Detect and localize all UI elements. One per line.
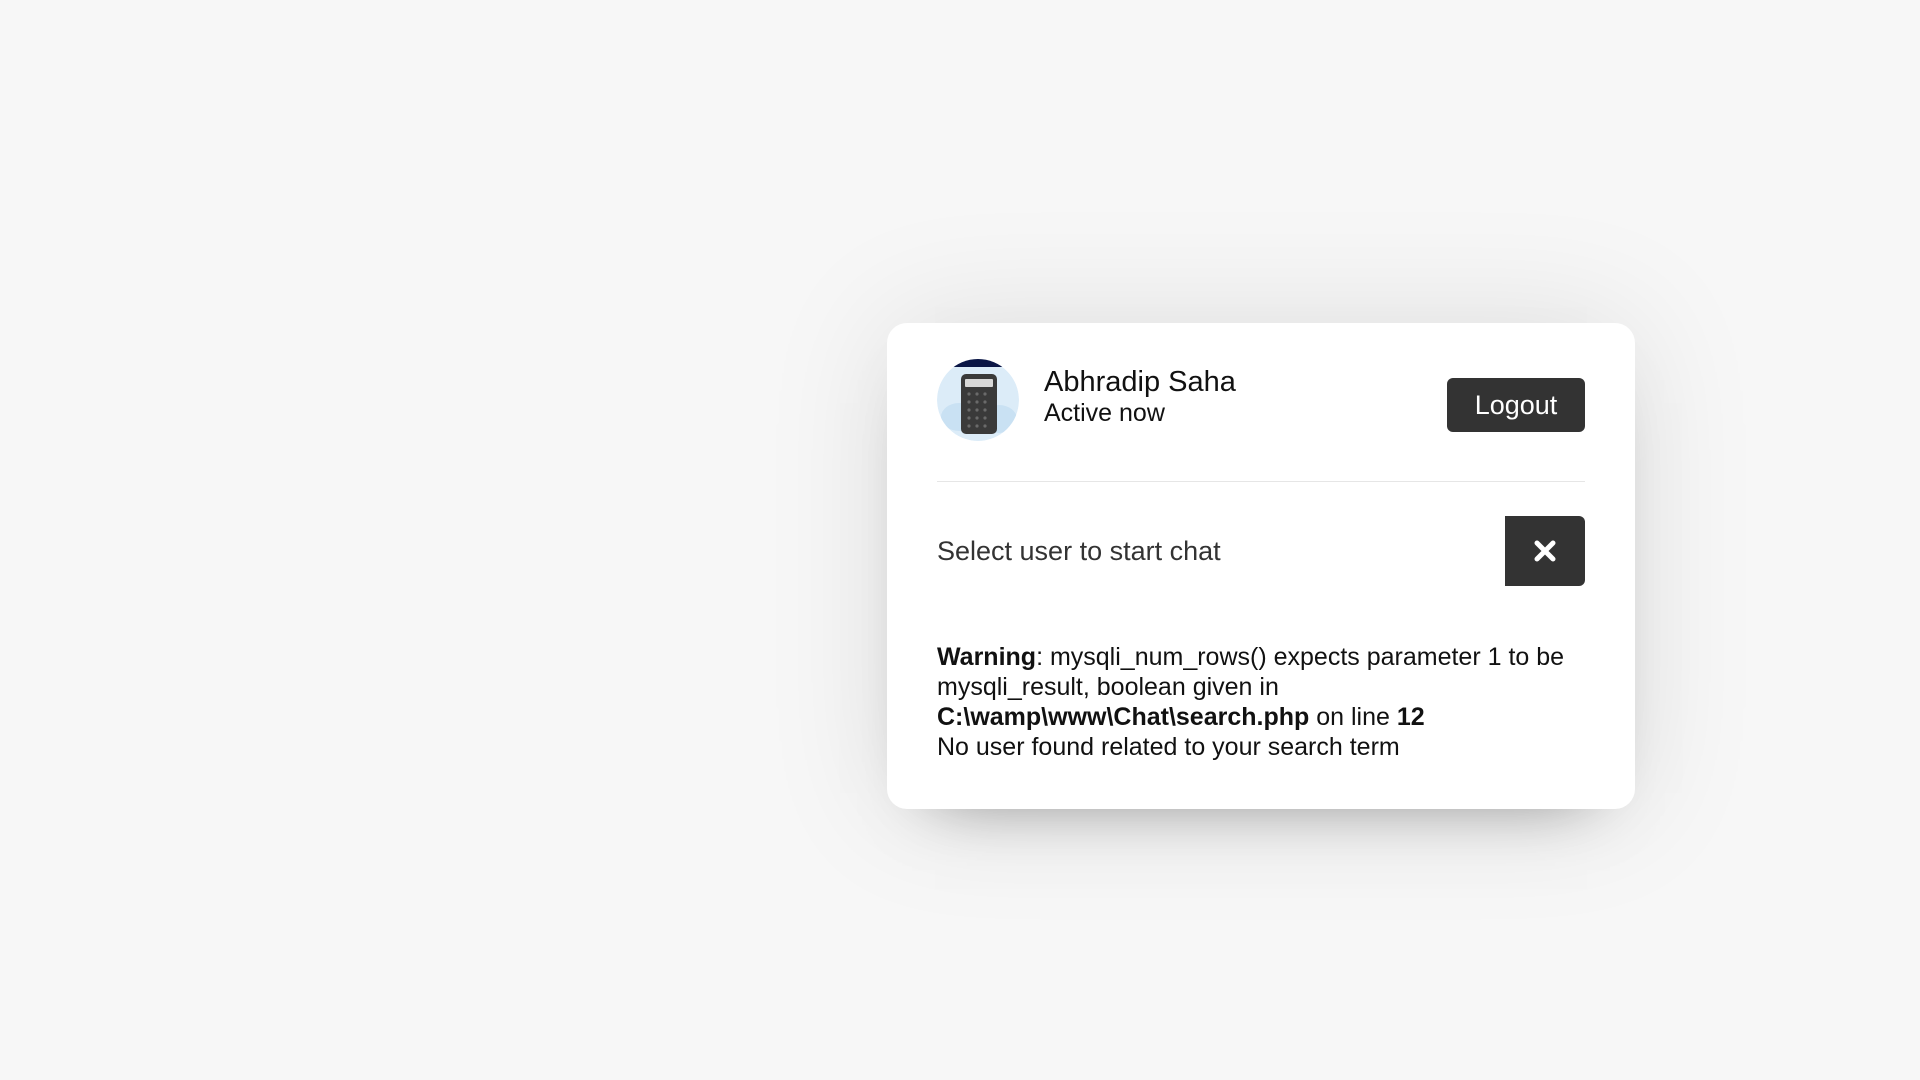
search-bar: Select user to start chat bbox=[937, 516, 1585, 586]
user-avatar bbox=[937, 359, 1019, 441]
no-user-message: No user found related to your search ter… bbox=[937, 733, 1400, 761]
warning-line-number: 12 bbox=[1396, 703, 1425, 731]
warning-file-path: C:\wamp\www\Chat\search.php bbox=[937, 703, 1310, 731]
users-list: Warning: mysqli_num_rows() expects param… bbox=[937, 642, 1585, 762]
calculator-avatar-icon bbox=[937, 359, 1019, 441]
user-details: Abhradip Saha Active now bbox=[1044, 366, 1236, 428]
user-header: Abhradip Saha Active now Logout bbox=[937, 323, 1585, 482]
chat-wrapper-card: Abhradip Saha Active now Logout Select u… bbox=[887, 323, 1635, 809]
logout-button[interactable]: Logout bbox=[1447, 378, 1585, 432]
warning-on-line-text: on line bbox=[1309, 703, 1397, 731]
user-name: Abhradip Saha bbox=[1044, 366, 1236, 398]
search-prompt-text[interactable]: Select user to start chat bbox=[937, 536, 1221, 567]
search-close-button[interactable] bbox=[1505, 516, 1585, 586]
user-status: Active now bbox=[1044, 399, 1165, 427]
close-icon bbox=[1534, 540, 1556, 562]
page: Abhradip Saha Active now Logout Select u… bbox=[0, 0, 1920, 1080]
php-warning: Warning: mysqli_num_rows() expects param… bbox=[937, 642, 1585, 732]
warning-label: Warning bbox=[937, 643, 1037, 671]
